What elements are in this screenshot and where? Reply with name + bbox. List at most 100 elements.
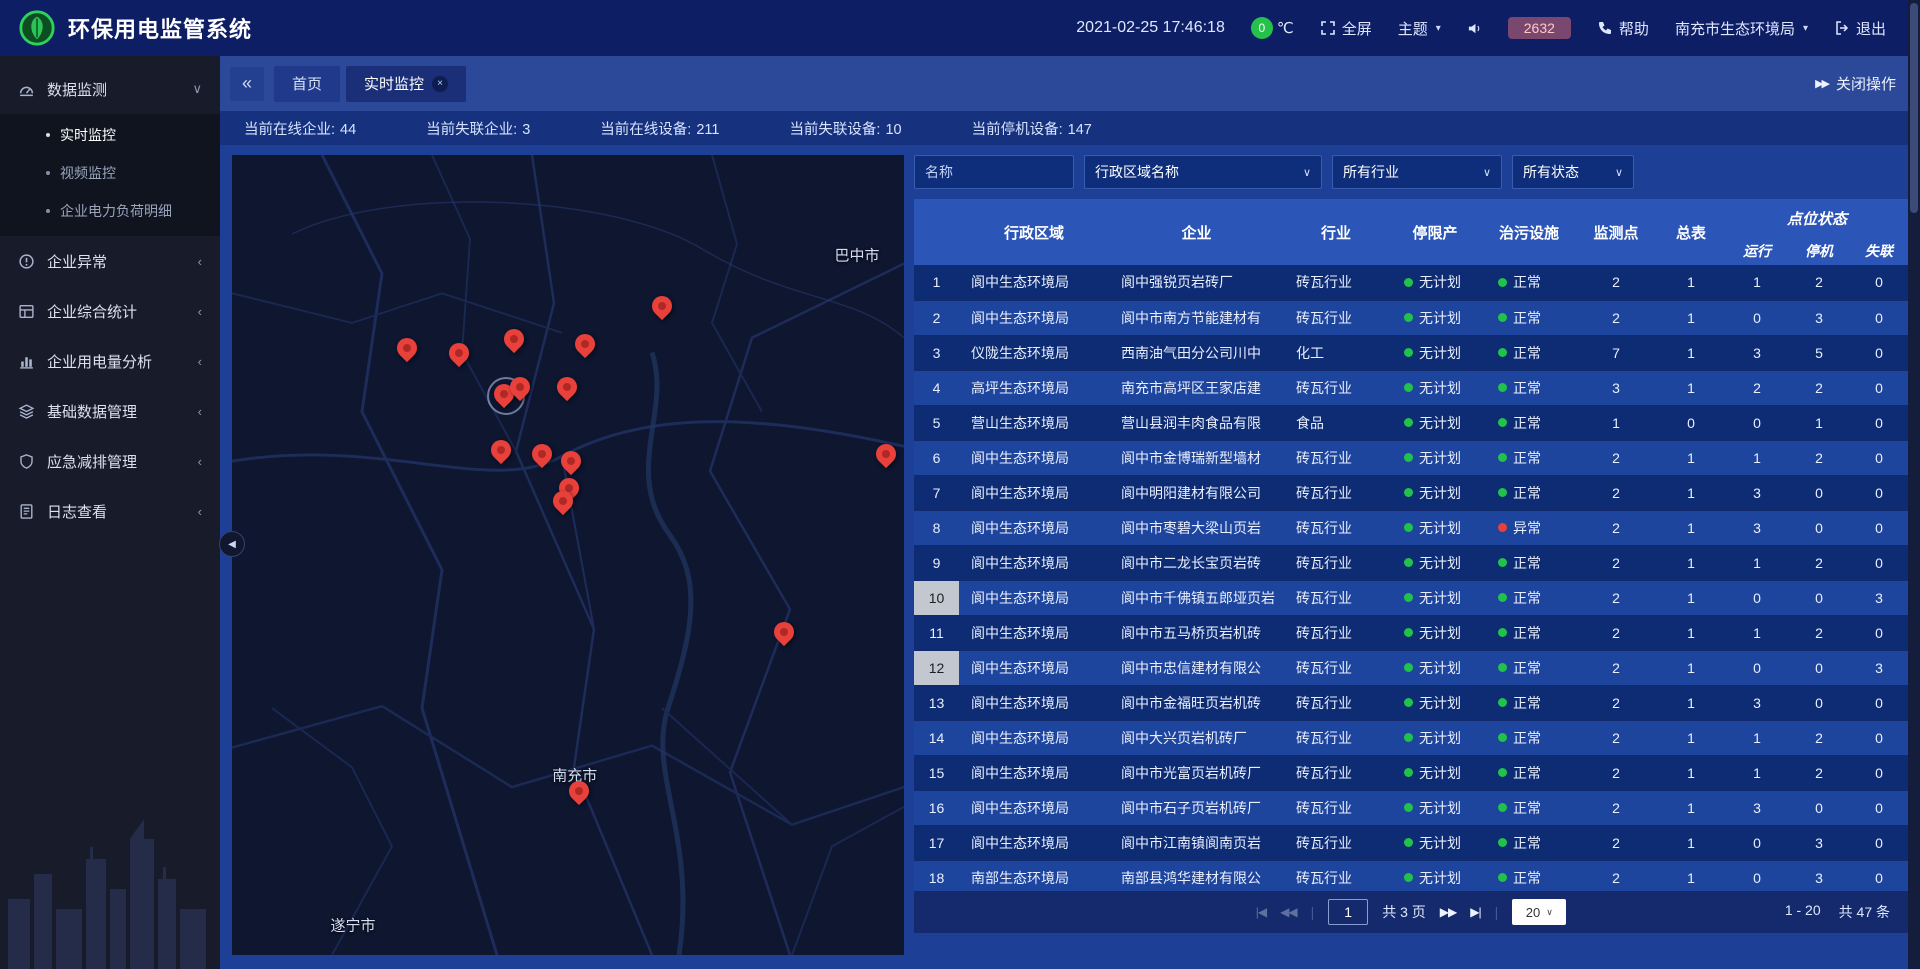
temperature-badge: 0 — [1251, 17, 1273, 39]
table-row[interactable]: 6阆中生态环境局阆中市金博瑞新型墙材砖瓦行业无计划正常21120 — [914, 440, 1908, 475]
table-row[interactable]: 11阆中生态环境局阆中市五马桥页岩机砖砖瓦行业无计划正常21120 — [914, 615, 1908, 650]
pagination-summary: 1 - 20 共 47 条 — [1785, 902, 1890, 922]
industry-filter-select[interactable]: 所有行业 ∨ — [1332, 155, 1502, 189]
name-filter-input[interactable] — [914, 155, 1074, 189]
page-size-select[interactable]: 20 ∨ — [1512, 899, 1566, 925]
map-panel[interactable]: 巴中市南充市遂宁市 ◀ — [232, 155, 904, 955]
chart-icon — [18, 353, 35, 370]
chevron-down-icon: ▾ — [1803, 23, 1808, 34]
divider: | — [1495, 904, 1499, 920]
prev-page-button[interactable]: ◀◀ — [1280, 905, 1296, 919]
scrollbar-thumb[interactable] — [1910, 3, 1918, 213]
status-dot-green — [1404, 873, 1413, 882]
status-dot-green — [1498, 663, 1507, 672]
table-row[interactable]: 15阆中生态环境局阆中市光富页岩机砖厂砖瓦行业无计划正常21120 — [914, 755, 1908, 790]
fullscreen-icon — [1320, 20, 1336, 36]
last-page-button[interactable]: ▶| — [1470, 905, 1480, 919]
status-dot-green — [1404, 348, 1413, 357]
status-dot-green — [1498, 453, 1507, 462]
sidebar-item-5[interactable]: 基础数据管理‹ — [0, 386, 220, 436]
table-row[interactable]: 9阆中生态环境局阆中市二龙长宝页岩砖砖瓦行业无计划正常21120 — [914, 545, 1908, 580]
status-dot-green — [1404, 768, 1413, 777]
table-row[interactable]: 3仪陇生态环境局西南油气田分公司川中化工无计划正常71350 — [914, 335, 1908, 370]
table-row[interactable]: 8阆中生态环境局阆中市枣碧大梁山页岩砖瓦行业无计划异常21300 — [914, 510, 1908, 545]
main-area: « 首页实时监控× ▶▶ 关闭操作 当前在线企业:44当前失联企业:3当前在线设… — [220, 56, 1920, 969]
table-row[interactable]: 7阆中生态环境局阆中明阳建材有限公司砖瓦行业无计划正常21300 — [914, 475, 1908, 510]
sidebar-subitem[interactable]: 企业电力负荷明细 — [0, 192, 220, 230]
tab-realtime-monitor[interactable]: 实时监控× — [346, 66, 466, 102]
table-row[interactable]: 10阆中生态环境局阆中市千佛镇五郎垭页岩砖瓦行业无计划正常21003 — [914, 580, 1908, 615]
chevron-down-icon: ∨ — [192, 81, 202, 97]
status-dot-green — [1404, 593, 1413, 602]
notice-count-badge[interactable]: 2632 — [1508, 17, 1571, 39]
logout-button[interactable]: 退出 — [1834, 18, 1886, 39]
table-row[interactable]: 12阆中生态环境局阆中市忠信建材有限公砖瓦行业无计划正常21003 — [914, 650, 1908, 685]
chevron-down-icon: ∨ — [1546, 907, 1553, 918]
status-dot-green — [1498, 803, 1507, 812]
chevron-left-icon: ‹ — [198, 504, 202, 519]
table-row[interactable]: 2阆中生态环境局阆中市南方节能建材有砖瓦行业无计划正常21030 — [914, 300, 1908, 335]
help-button[interactable]: 帮助 — [1597, 18, 1649, 39]
status-dot-green — [1498, 838, 1507, 847]
speaker-icon[interactable] — [1467, 21, 1482, 36]
region-filter-select[interactable]: 行政区域名称 ∨ — [1084, 155, 1322, 189]
table-row[interactable]: 16阆中生态环境局阆中市石子页岩机砖厂砖瓦行业无计划正常21300 — [914, 790, 1908, 825]
chevron-down-icon: ▾ — [1436, 23, 1441, 34]
chevron-left-icon: ‹ — [198, 304, 202, 319]
bullet-icon — [46, 171, 50, 175]
table-row[interactable]: 4高坪生态环境局南充市高坪区王家店建砖瓦行业无计划正常31220 — [914, 370, 1908, 405]
page-number-input[interactable]: 1 — [1328, 899, 1368, 925]
shield-icon — [18, 453, 35, 470]
sidebar-item-7[interactable]: 日志查看‹ — [0, 486, 220, 536]
collapse-map-button[interactable]: ◀ — [219, 531, 245, 557]
sidebar-item-3[interactable]: 企业综合统计‹ — [0, 286, 220, 336]
status-dot-green — [1404, 313, 1413, 322]
col-header-production: 停限产 — [1388, 199, 1482, 265]
fullscreen-button[interactable]: 全屏 — [1320, 18, 1372, 39]
close-operations-button[interactable]: ▶▶ 关闭操作 — [1815, 73, 1910, 94]
total-pages-label: 共 3 页 — [1382, 902, 1426, 922]
sidebar-item-4[interactable]: 企业用电量分析‹ — [0, 336, 220, 386]
close-tab-icon[interactable]: × — [432, 76, 448, 92]
status-dot-green — [1498, 593, 1507, 602]
status-filter-select[interactable]: 所有状态 ∨ — [1512, 155, 1634, 189]
tab-scroll-left-button[interactable]: « — [230, 67, 264, 101]
status-dot-green — [1498, 628, 1507, 637]
sidebar-subitem[interactable]: 实时监控 — [0, 116, 220, 154]
status-dot-green — [1404, 698, 1413, 707]
table-row[interactable]: 14阆中生态环境局阆中大兴页岩机砖厂砖瓦行业无计划正常21120 — [914, 720, 1908, 755]
gauge-icon — [18, 81, 35, 98]
chevron-left-icon: ‹ — [198, 354, 202, 369]
status-dot-green — [1404, 838, 1413, 847]
status-dot-green — [1498, 873, 1507, 882]
col-header-point-status: 点位状态 — [1726, 199, 1908, 237]
next-page-button[interactable]: ▶▶ — [1440, 905, 1456, 919]
tab-home[interactable]: 首页 — [274, 66, 340, 102]
status-dot-green — [1498, 418, 1507, 427]
sidebar-item-1[interactable]: 数据监测∨ — [0, 64, 220, 114]
stats-bar: 当前在线企业:44当前失联企业:3当前在线设备:211当前失联设备:10当前停机… — [220, 111, 1920, 145]
table-row[interactable]: 17阆中生态环境局阆中市江南镇阆南页岩砖瓦行业无计划正常21030 — [914, 825, 1908, 860]
first-page-button[interactable]: |◀ — [1256, 905, 1266, 919]
theme-dropdown[interactable]: 主题 ▾ — [1398, 18, 1441, 39]
table-row[interactable]: 18南部生态环境局南部县鸿华建材有限公砖瓦行业无计划正常21030 — [914, 860, 1908, 891]
status-dot-green — [1498, 558, 1507, 567]
sidebar: 数据监测∨实时监控视频监控企业电力负荷明细企业异常‹企业综合统计‹企业用电量分析… — [0, 56, 220, 969]
table-row[interactable]: 13阆中生态环境局阆中市金福旺页岩机砖砖瓦行业无计划正常21300 — [914, 685, 1908, 720]
sidebar-submenu: 实时监控视频监控企业电力负荷明细 — [0, 114, 220, 236]
scrollbar[interactable] — [1908, 0, 1920, 969]
sidebar-subitem[interactable]: 视频监控 — [0, 154, 220, 192]
table-row[interactable]: 1阆中生态环境局阆中强锐页岩砖厂砖瓦行业无计划正常21120 — [914, 265, 1908, 300]
status-dot-green — [1404, 803, 1413, 812]
sidebar-item-2[interactable]: 企业异常‹ — [0, 236, 220, 286]
status-dot-green — [1498, 278, 1507, 287]
chevron-down-icon: ∨ — [1303, 166, 1311, 179]
table-row[interactable]: 5营山生态环境局营山县润丰肉食品有限食品无计划正常10010 — [914, 405, 1908, 440]
status-dot-green — [1404, 663, 1413, 672]
org-dropdown[interactable]: 南充市生态环境局 ▾ — [1675, 18, 1808, 39]
status-dot-green — [1498, 488, 1507, 497]
col-header-lost: 失联 — [1850, 237, 1908, 265]
sidebar-item-6[interactable]: 应急减排管理‹ — [0, 436, 220, 486]
app-root: 环保用电监管系统 2021-02-25 17:46:18 0 ℃ 全屏 主题 ▾… — [0, 0, 1920, 969]
col-header-region: 行政区域 — [959, 199, 1109, 265]
